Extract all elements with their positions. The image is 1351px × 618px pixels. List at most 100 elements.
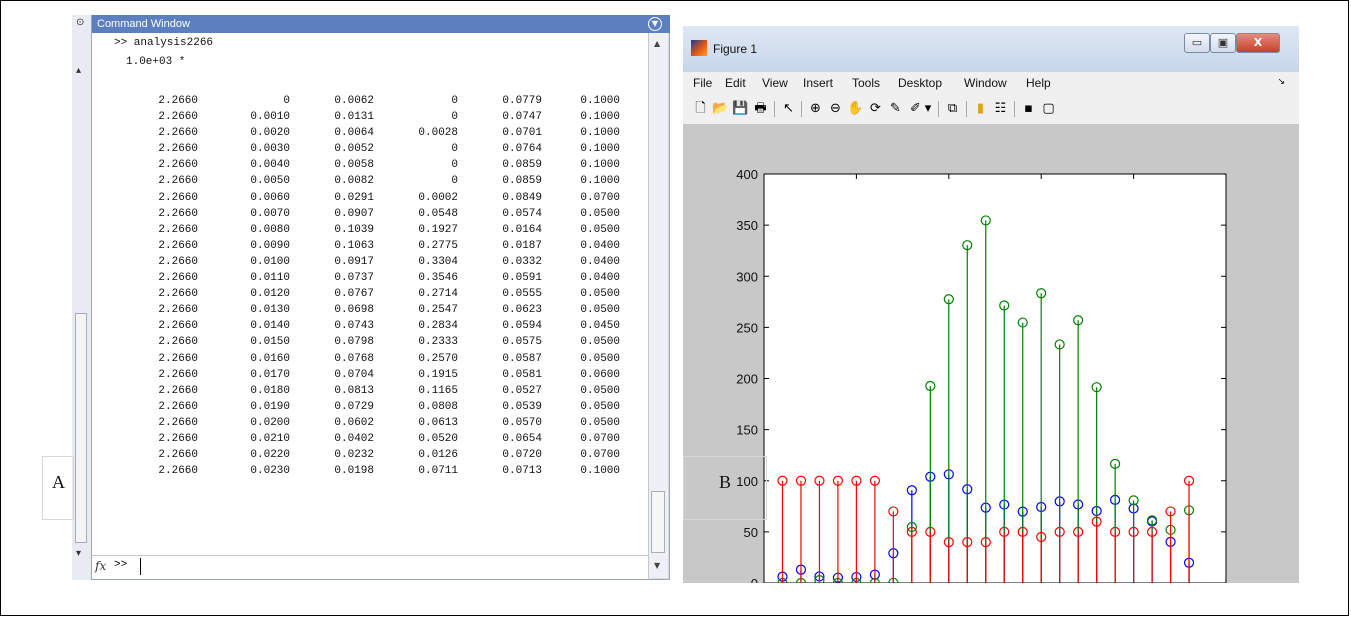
- matrix-row: 2.2660 0.0050 0.0082 0 0.0859 0.1000: [92, 173, 620, 189]
- menu-view[interactable]: View: [762, 76, 788, 90]
- menu-bar: File Edit View Insert Tools Desktop Wind…: [683, 72, 1299, 94]
- matrix-cell: 0.0539: [502, 400, 542, 413]
- menu-desktop[interactable]: Desktop: [898, 76, 942, 90]
- matrix-cell: 0.0548: [418, 207, 458, 220]
- legend-icon[interactable]: ☷: [992, 100, 1009, 117]
- new-figure-icon[interactable]: 🗋: [692, 100, 709, 117]
- matrix-cell: 0.0130: [250, 304, 290, 317]
- panel-menu-icon[interactable]: ▼: [648, 17, 662, 31]
- colorbar-icon[interactable]: ▮: [972, 100, 989, 117]
- rotate-3d-icon[interactable]: ⟳: [867, 100, 884, 117]
- print-icon[interactable]: 🖶: [752, 100, 769, 117]
- dropdown-icon[interactable]: ▾: [923, 100, 933, 117]
- matrix-cell: 0.0160: [250, 352, 290, 365]
- menu-window[interactable]: Window: [964, 76, 1007, 90]
- matrix-cell: 0.0849: [502, 191, 542, 204]
- matrix-cell: 0: [283, 95, 290, 107]
- matrix-cell: 0.0859: [502, 159, 542, 172]
- toolbar-separator: [801, 101, 802, 117]
- matrix-cell: 0.0764: [502, 143, 542, 156]
- collapse-icon[interactable]: ⊙: [76, 17, 84, 28]
- matrix-cell: 0.0574: [502, 207, 542, 220]
- menu-file[interactable]: File: [693, 76, 712, 90]
- matrix-cell: 0.0704: [334, 368, 374, 381]
- matrix-cell: 0: [451, 175, 458, 188]
- data-cursor-icon[interactable]: ✎: [887, 100, 904, 117]
- menu-edit[interactable]: Edit: [725, 76, 746, 90]
- matrix-row: 2.2660 0.0030 0.0052 0 0.0764 0.1000: [92, 141, 620, 157]
- matrix-cell: 0.0500: [580, 288, 620, 301]
- matrix-cell: 2.2660: [158, 111, 198, 124]
- matrix-cell: 0.1927: [418, 223, 458, 236]
- matrix-row: 2.2660 0.0190 0.0729 0.0808 0.0539 0.0500: [92, 399, 620, 415]
- maximize-button[interactable]: ▣: [1210, 33, 1236, 53]
- command-window-output[interactable]: >> analysis2266 1.0e+03 * 2.2660 0 0.0062 0…: [92, 33, 648, 578]
- matrix-cell: 0.0737: [334, 272, 374, 285]
- matrix-cell: 0.0500: [580, 223, 620, 236]
- minimize-button[interactable]: ▭: [1184, 33, 1210, 53]
- command-window-scrollbar[interactable]: ▲ ▼: [648, 33, 668, 578]
- matrix-row: 2.2660 0.0150 0.0798 0.2333 0.0575 0.0500: [92, 334, 620, 350]
- function-browser-icon[interactable]: fx: [95, 559, 106, 573]
- scroll-up-arrow-icon[interactable]: ▲: [654, 39, 660, 48]
- show-plot-tools-icon[interactable]: ▢: [1040, 100, 1057, 117]
- y-tick-label: 350: [736, 218, 758, 233]
- matrix-cell: 0.1000: [580, 111, 620, 124]
- scrollbar-thumb[interactable]: [651, 491, 665, 553]
- figure-toolbar: 🗋 📂 💾 🖶 ↖ ⊕ ⊖ ✋ ⟳ ✎ ✐ ▾ ⧉ ▮ ☷ ▪ ▢: [683, 94, 1299, 125]
- matrix-cell: 0.0747: [502, 111, 542, 124]
- menu-help[interactable]: Help: [1026, 76, 1051, 90]
- matrix-cell: 0.0332: [502, 255, 542, 268]
- zoom-out-icon[interactable]: ⊖: [827, 100, 844, 117]
- matrix-cell: 2.2660: [158, 352, 198, 365]
- command-input-row[interactable]: fx >>: [92, 555, 648, 579]
- matrix-cell: 0.0743: [334, 320, 374, 333]
- stem-plot[interactable]: 0501001502002503003504000510152025: [683, 124, 1299, 583]
- matrix-row: 2.2660 0.0070 0.0907 0.0548 0.0574 0.0500: [92, 206, 620, 222]
- menu-tools[interactable]: Tools: [852, 76, 880, 90]
- dock-arrow-icon[interactable]: ↘: [1277, 77, 1285, 87]
- matrix-cell: 0.0623: [502, 304, 542, 317]
- link-plot-icon[interactable]: ⧉: [944, 100, 961, 117]
- brush-icon[interactable]: ✐: [907, 100, 924, 117]
- matrix-cell: 2.2660: [158, 127, 198, 140]
- figure-title-bar: Figure 1 ▭ ▣ X: [683, 26, 1299, 72]
- matrix-cell: 0.2333: [418, 336, 458, 349]
- matrix-cell: 0.0400: [580, 272, 620, 285]
- matrix-cell: 0.0400: [580, 255, 620, 268]
- matrix-cell: 0.0813: [334, 384, 374, 397]
- zoom-in-icon[interactable]: ⊕: [807, 100, 824, 117]
- matrix-cell: 2.2660: [158, 320, 198, 333]
- select-arrow-icon[interactable]: ↖: [780, 100, 797, 117]
- menu-insert[interactable]: Insert: [803, 76, 833, 90]
- text-caret: [140, 558, 141, 575]
- matrix-cell: 0.0110: [250, 272, 290, 285]
- matrix-cell: 0.0126: [418, 449, 458, 462]
- close-button[interactable]: X: [1236, 33, 1280, 53]
- matrix-row: 2.2660 0.0230 0.0198 0.0711 0.0713 0.1000: [92, 463, 620, 479]
- matrix-cell: 0.0701: [502, 127, 542, 140]
- toolbar-separator: [938, 101, 939, 117]
- matrix-cell: 0.0164: [502, 223, 542, 236]
- matrix-cell: 0.0060: [250, 191, 290, 204]
- pan-hand-icon[interactable]: ✋: [847, 100, 864, 117]
- matrix-cell: 0.0581: [502, 368, 542, 381]
- open-file-icon[interactable]: 📂: [712, 100, 729, 117]
- matrix-cell: 0.0232: [334, 449, 374, 462]
- matrix-cell: 2.2660: [158, 159, 198, 172]
- save-icon[interactable]: 💾: [732, 100, 749, 117]
- scroll-down-arrow-icon[interactable]: ▼: [654, 561, 660, 570]
- hide-plot-tools-icon[interactable]: ▪: [1020, 100, 1037, 117]
- matrix-cell: 0.0090: [250, 239, 290, 252]
- matrix-row: 2.2660 0.0160 0.0768 0.2570 0.0587 0.0500: [92, 351, 620, 367]
- scroll-down-icon[interactable]: ▾: [76, 548, 81, 559]
- matrix-cell: 0.0500: [580, 207, 620, 220]
- scroll-up-icon[interactable]: ▴: [76, 65, 81, 76]
- matrix-row: 2.2660 0.0060 0.0291 0.0002 0.0849 0.0700: [92, 190, 620, 206]
- output-matrix: 2.2660 0 0.0062 0 0.0779 0.1000 2.2660 0.0010 0.…: [92, 93, 620, 479]
- side-scrollbar-thumb[interactable]: [75, 313, 87, 543]
- matrix-cell: 0.0070: [250, 207, 290, 220]
- y-tick-label: 400: [736, 167, 758, 182]
- matrix-row: 2.2660 0.0200 0.0602 0.0613 0.0570 0.0500: [92, 415, 620, 431]
- matrix-cell: 2.2660: [158, 449, 198, 462]
